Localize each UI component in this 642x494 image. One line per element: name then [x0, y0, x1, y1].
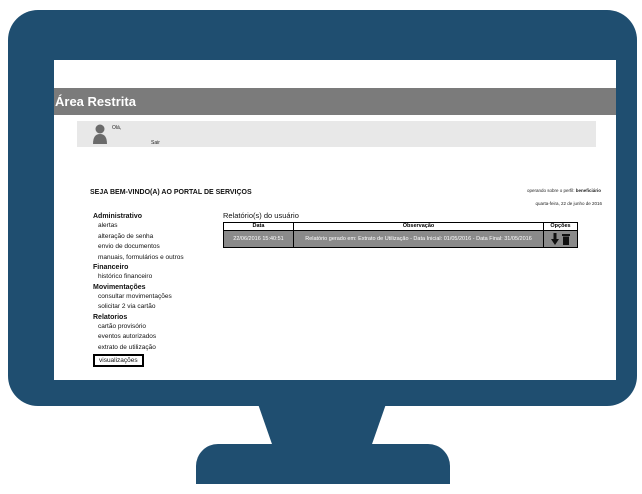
sidebar-section-administrativo: Administrativo	[93, 213, 143, 220]
sidebar-item-cartao-provisorio[interactable]: cartão provisório	[93, 322, 203, 333]
cell-options	[543, 230, 578, 248]
sidebar-item-alertas[interactable]: alertas	[93, 221, 203, 232]
table-row: 22/06/2016 15:40:51 Relatório gerado em:…	[223, 230, 578, 248]
sidebar-item-envio-documentos[interactable]: envio de documentos	[93, 242, 203, 253]
cell-date: 22/06/2016 15:40:51	[223, 230, 294, 248]
column-header-data: Data	[223, 222, 294, 231]
sidebar-item-visualizacoes[interactable]: visualizações	[93, 354, 144, 367]
sidebar-item-manuais[interactable]: manuais, formulários e outros	[93, 253, 203, 264]
sidebar-section-relatorios: Relatorios	[93, 313, 128, 321]
sidebar: Administrativo alertas alteração de senh…	[93, 212, 203, 367]
download-icon[interactable]	[551, 233, 559, 245]
sidebar-section-financeiro: Financeiro	[93, 264, 129, 271]
table-header-row: Data Observação Opções	[223, 222, 578, 231]
profile-prefix: operando sobre o perfil:	[526, 188, 576, 193]
current-date: quarta-feira, 22 de junho de 2016	[535, 201, 602, 206]
reports-table: Data Observação Opções 22/06/2016 15:40:…	[223, 222, 578, 248]
user-bar: Olá, Sair	[77, 121, 596, 147]
trash-icon[interactable]	[562, 233, 570, 245]
column-header-observacao: Observação	[293, 222, 544, 231]
sidebar-item-alteracao-senha[interactable]: alteração de senha	[93, 232, 203, 243]
sidebar-item-solicitar-cartao[interactable]: solicitar 2 via cartão	[93, 302, 203, 313]
page-title: Área Restrita	[55, 94, 136, 109]
cell-observacao: Relatório gerado em: Extrato de Utilizaç…	[293, 230, 544, 248]
monitor-frame: Área Restrita Olá, Sair SEJA BEM-VINDO(A…	[8, 10, 637, 406]
sidebar-item-eventos-autorizados[interactable]: eventos autorizados	[93, 332, 203, 343]
logout-link[interactable]: Sair	[151, 140, 160, 146]
user-avatar-icon	[93, 124, 107, 144]
monitor-stand-base	[196, 444, 450, 484]
greeting-label: Olá,	[112, 125, 122, 131]
welcome-heading: SEJA BEM-VINDO(A) AO PORTAL DE SERVIÇOS	[90, 189, 252, 196]
header-bar: Área Restrita	[54, 88, 616, 115]
monitor-stand-neck	[258, 404, 386, 448]
sidebar-section-movimentacoes: Movimentações	[93, 283, 146, 291]
column-header-opcoes: Opções	[543, 222, 578, 231]
sidebar-item-historico-financeiro[interactable]: histórico financeiro	[93, 272, 203, 283]
screen: Área Restrita Olá, Sair SEJA BEM-VINDO(A…	[54, 60, 616, 380]
sidebar-item-consultar-movimentacoes[interactable]: consultar movimentações	[93, 292, 203, 303]
sidebar-item-extrato-utilizacao[interactable]: extrato de utilização	[93, 343, 203, 354]
reports-title: Relatório(s) do usuário	[223, 211, 299, 220]
profile-info: operando sobre o perfil: beneficiário	[527, 188, 601, 193]
profile-value: beneficiário	[575, 188, 601, 193]
